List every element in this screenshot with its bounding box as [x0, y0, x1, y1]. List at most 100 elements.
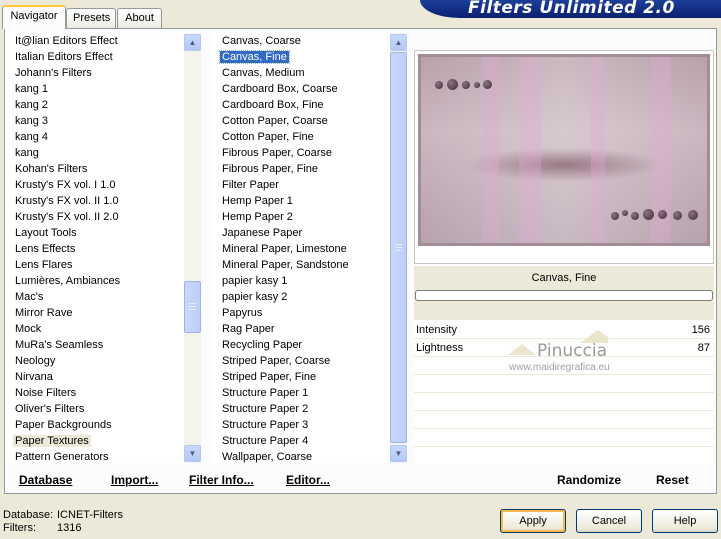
- list-item-label: Krusty's FX vol. I 1.0: [15, 179, 116, 191]
- list-item[interactable]: Fibrous Paper, Fine: [212, 161, 390, 177]
- list-item-label: kang 1: [15, 83, 49, 95]
- list-item[interactable]: papier kasy 1: [212, 273, 390, 289]
- list-item[interactable]: Striped Paper, Coarse: [212, 353, 390, 369]
- list-item-label: papier kasy 2: [222, 291, 288, 303]
- list-item[interactable]: Rag Paper: [212, 321, 390, 337]
- list-item[interactable]: Structure Paper 1: [212, 385, 390, 401]
- filter-info-button[interactable]: Filter Info...: [189, 473, 254, 487]
- scroll-up-arrow-icon[interactable]: ▲: [390, 34, 407, 51]
- list-item[interactable]: Canvas, Fine: [212, 49, 390, 65]
- list-item[interactable]: It@lian Editors Effect: [5, 33, 184, 49]
- list-item[interactable]: Noise Filters: [5, 385, 184, 401]
- list-item[interactable]: Nirvana: [5, 369, 184, 385]
- list-item[interactable]: Fibrous Paper, Coarse: [212, 145, 390, 161]
- list-item[interactable]: kang 3: [5, 113, 184, 129]
- list-item[interactable]: MuRa's Seamless: [5, 337, 184, 353]
- list-item[interactable]: Pattern Generators: [5, 449, 184, 463]
- list-item[interactable]: Cardboard Box, Coarse: [212, 81, 390, 97]
- tab-navigator[interactable]: Navigator: [2, 5, 66, 29]
- tab-presets[interactable]: Presets: [66, 8, 116, 28]
- list-item[interactable]: Lumières, Ambiances: [5, 273, 184, 289]
- progress-bar: [415, 290, 713, 301]
- param-row-empty: [414, 393, 714, 411]
- list-item-label: Structure Paper 2: [222, 403, 309, 415]
- list-item[interactable]: kang 1: [5, 81, 184, 97]
- list-item[interactable]: Krusty's FX vol. I 1.0: [5, 177, 184, 193]
- list-item-label: Italian Editors Effect: [15, 51, 113, 63]
- list-item[interactable]: Oliver's Filters: [5, 401, 184, 417]
- list-item[interactable]: Hemp Paper 1: [212, 193, 390, 209]
- list-item[interactable]: Mac's: [5, 289, 184, 305]
- scroll-down-arrow-icon[interactable]: ▼: [390, 445, 407, 462]
- list-item[interactable]: Cardboard Box, Fine: [212, 97, 390, 113]
- randomize-button[interactable]: Randomize: [557, 473, 621, 487]
- database-button[interactable]: Database: [19, 473, 72, 487]
- filter-list[interactable]: Canvas, Coarse Canvas, Fine Canvas, Medium…: [212, 33, 390, 463]
- list-item[interactable]: Mineral Paper, Limestone: [212, 241, 390, 257]
- list-item-label: Structure Paper 3: [222, 419, 309, 431]
- category-scroll-thumb[interactable]: [184, 281, 201, 333]
- list-item[interactable]: Layout Tools: [5, 225, 184, 241]
- list-item[interactable]: Paper Textures: [5, 433, 184, 449]
- editor-button[interactable]: Editor...: [286, 473, 330, 487]
- list-item-label: Cotton Paper, Fine: [222, 131, 314, 143]
- list-item-label: Lens Flares: [15, 259, 73, 271]
- scroll-up-arrow-icon[interactable]: ▲: [184, 34, 201, 51]
- list-item[interactable]: Canvas, Medium: [212, 65, 390, 81]
- list-item[interactable]: Hemp Paper 2: [212, 209, 390, 225]
- list-item[interactable]: Johann's Filters: [5, 65, 184, 81]
- list-item[interactable]: Canvas, Coarse: [212, 33, 390, 49]
- selected-filter-title: Canvas, Fine: [531, 272, 597, 284]
- list-item-label: Rag Paper: [222, 323, 275, 335]
- list-item[interactable]: Paper Backgrounds: [5, 417, 184, 433]
- apply-button[interactable]: Apply: [500, 509, 566, 533]
- list-item[interactable]: Structure Paper 3: [212, 417, 390, 433]
- scroll-down-arrow-icon[interactable]: ▼: [184, 445, 201, 462]
- list-item[interactable]: Krusty's FX vol. II 2.0: [5, 209, 184, 225]
- reset-button[interactable]: Reset: [656, 473, 689, 487]
- list-item[interactable]: Filter Paper: [212, 177, 390, 193]
- filter-scroll-thumb[interactable]: [390, 52, 407, 443]
- list-item-label: Filter Paper: [222, 179, 279, 191]
- import-button[interactable]: Import...: [111, 473, 158, 487]
- help-button[interactable]: Help: [652, 509, 718, 533]
- list-item[interactable]: kang: [5, 145, 184, 161]
- filter-scrollbar[interactable]: ▲ ▼: [390, 33, 407, 463]
- list-item[interactable]: Cotton Paper, Fine: [212, 129, 390, 145]
- list-item-label: Nirvana: [15, 371, 53, 383]
- list-item[interactable]: kang 4: [5, 129, 184, 145]
- list-item[interactable]: Italian Editors Effect: [5, 49, 184, 65]
- tab-about[interactable]: About: [117, 8, 162, 28]
- list-item-label: Mineral Paper, Limestone: [222, 243, 347, 255]
- list-item[interactable]: Lens Flares: [5, 257, 184, 273]
- list-item-label: Mirror Rave: [15, 307, 73, 319]
- list-item-label: Krusty's FX vol. II 1.0: [15, 195, 119, 207]
- param-label: Lightness: [416, 342, 464, 354]
- category-list[interactable]: It@lian Editors Effect Italian Editors Ef…: [5, 33, 184, 463]
- list-item[interactable]: Neology: [5, 353, 184, 369]
- list-item[interactable]: Mineral Paper, Sandstone: [212, 257, 390, 273]
- list-item[interactable]: Recycling Paper: [212, 337, 390, 353]
- list-item-label: Layout Tools: [15, 227, 77, 239]
- list-item-label: papier kasy 1: [222, 275, 288, 287]
- list-item[interactable]: Mirror Rave: [5, 305, 184, 321]
- param-value: 156: [691, 324, 710, 336]
- list-item[interactable]: Krusty's FX vol. II 1.0: [5, 193, 184, 209]
- list-item[interactable]: Papyrus: [212, 305, 390, 321]
- app-banner-title: Filters Unlimited 2.0: [420, 0, 721, 18]
- list-item[interactable]: papier kasy 2: [212, 289, 390, 305]
- list-item[interactable]: Kohan's Filters: [5, 161, 184, 177]
- list-item[interactable]: Mock: [5, 321, 184, 337]
- cancel-button[interactable]: Cancel: [576, 509, 642, 533]
- list-item[interactable]: Lens Effects: [5, 241, 184, 257]
- list-item[interactable]: Japanese Paper: [212, 225, 390, 241]
- status-database-value: ICNET-Filters: [57, 509, 123, 521]
- list-item[interactable]: Cotton Paper, Coarse: [212, 113, 390, 129]
- list-item[interactable]: Structure Paper 4: [212, 433, 390, 449]
- list-item[interactable]: Structure Paper 2: [212, 401, 390, 417]
- category-scrollbar[interactable]: ▲ ▼: [184, 33, 201, 463]
- list-item[interactable]: Striped Paper, Fine: [212, 369, 390, 385]
- list-item[interactable]: kang 2: [5, 97, 184, 113]
- list-item[interactable]: Wallpaper, Coarse: [212, 449, 390, 463]
- list-item-label: Lumières, Ambiances: [15, 275, 121, 287]
